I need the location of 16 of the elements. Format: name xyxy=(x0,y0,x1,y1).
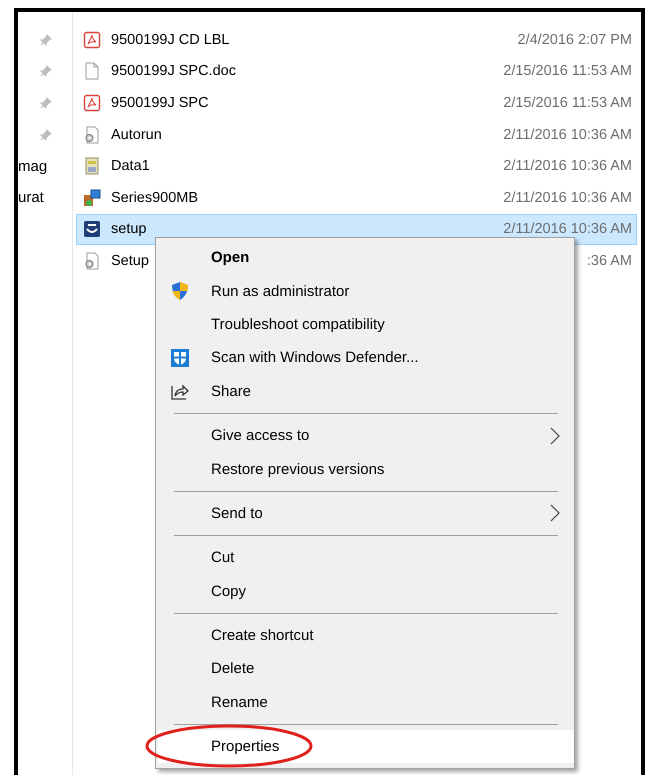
file-name: Setup xyxy=(111,252,149,269)
file-date: 2/11/2016 10:36 AM xyxy=(503,221,632,238)
file-name: setup xyxy=(111,221,146,238)
file-name: 9500199J SPC xyxy=(111,94,209,111)
file-date: :36 AM xyxy=(586,252,632,269)
file-name: 9500199J CD LBL xyxy=(111,32,230,48)
file-date: 2/15/2016 11:53 AM xyxy=(503,63,632,80)
file-date: 2/11/2016 10:36 AM xyxy=(503,158,632,174)
file-name: Data1 xyxy=(111,158,150,174)
file-date: 2/15/2016 11:53 AM xyxy=(503,94,632,111)
file-name: Autorun xyxy=(111,126,162,143)
file-name: 9500199J SPC.doc xyxy=(111,63,236,80)
file-date: 2/4/2016 2:07 PM xyxy=(518,32,632,48)
file-date: 2/11/2016 10:36 AM xyxy=(503,126,632,143)
file-date: 2/11/2016 10:36 AM xyxy=(503,190,632,206)
file-name: Series900MB xyxy=(111,190,198,206)
